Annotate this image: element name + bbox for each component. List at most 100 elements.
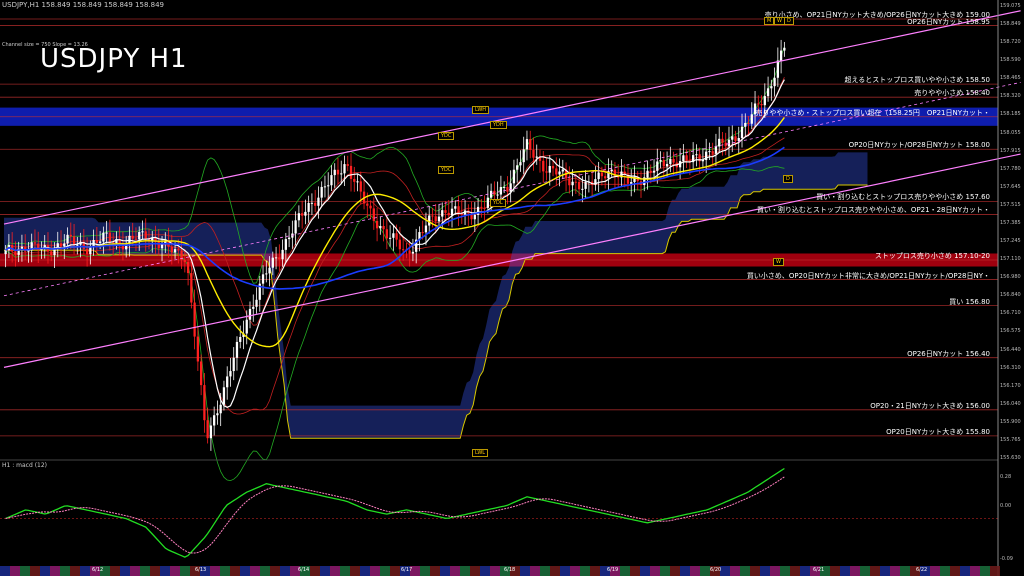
date-strip-cell [80, 566, 90, 576]
candle-body [343, 164, 346, 174]
candle-body [239, 336, 242, 342]
candle-body [747, 122, 750, 124]
date-strip-cell [480, 566, 490, 576]
candle-body [304, 211, 307, 216]
candle-body [652, 170, 656, 173]
date-strip-cell [750, 566, 760, 576]
candle-body [72, 236, 76, 245]
price-tick-label: 156.040 [1000, 400, 1021, 407]
candle-body [483, 207, 486, 209]
date-strip-cell [930, 566, 940, 576]
annotation-label: 売りやや小さめ・ストップロス買い超在（158.25円 OP21日NYカット・ [755, 108, 990, 117]
candle-body [529, 139, 532, 150]
annotation-label: ストップロス売り小さめ 157.10-20 [874, 252, 990, 260]
candle-body [265, 273, 268, 275]
candle-body [486, 197, 490, 208]
candle-body [95, 240, 99, 243]
candle-body [63, 243, 66, 247]
candle-body [489, 190, 493, 198]
date-strip-cell [730, 566, 740, 576]
candle-body [382, 225, 385, 230]
date-strip-cell [520, 566, 530, 576]
candle-body [69, 234, 72, 237]
candle-body [532, 149, 535, 158]
candle-body [20, 246, 24, 249]
date-strip-cell [540, 566, 550, 576]
candle-body [271, 257, 274, 268]
level-tag: W [773, 258, 784, 266]
candle-body [744, 122, 747, 127]
level-tag: D [784, 17, 794, 25]
annotation-label: 買い小さめ、OP20日NYカット非常に大きめ/OP21日NYカット/OP28日N… [746, 271, 990, 280]
date-strip-cell [630, 566, 640, 576]
price-tick-label: 158.320 [1000, 93, 1021, 100]
price-tick-label: 158.720 [1000, 39, 1021, 46]
candle-body [424, 225, 428, 233]
date-strip-cell [250, 566, 260, 576]
price-tick-label: 157.645 [1000, 183, 1021, 190]
date-strip-cell [320, 566, 330, 576]
candle-body [294, 220, 297, 234]
candle-body [766, 88, 770, 97]
date-strip-cell [50, 566, 60, 576]
candle-body [392, 233, 395, 238]
bollinger-band-line [5, 137, 785, 415]
candle-body [519, 162, 522, 166]
candle-body [340, 173, 343, 175]
ichimoku-cloud [4, 152, 868, 439]
price-tick-label: 156.310 [1000, 364, 1021, 371]
candle-body [503, 186, 506, 188]
date-strip-cell [870, 566, 880, 576]
candle-body [555, 168, 558, 175]
date-label: 6/17 [401, 567, 413, 573]
candle-body [568, 178, 571, 186]
macd-signal-line [5, 476, 785, 554]
level-tag: D [783, 175, 793, 183]
date-strip-cell [800, 566, 810, 576]
level-tag: YDL [490, 199, 506, 207]
level-tag: W [774, 17, 785, 25]
candle-body [444, 210, 447, 213]
candle-body [522, 149, 525, 163]
candle-body [314, 202, 317, 206]
date-strip-cell [270, 566, 280, 576]
date-strip-cell [640, 566, 650, 576]
date-strip-cell [990, 566, 1000, 576]
candle-body [672, 158, 675, 163]
candle-body [457, 206, 460, 214]
date-strip-cell [450, 566, 460, 576]
macd-panel [0, 459, 998, 558]
date-strip-cell [220, 566, 230, 576]
date-strip-cell [150, 566, 160, 576]
level-tag: LWH [472, 106, 490, 114]
candle-body [659, 160, 662, 162]
date-label: 6/18 [504, 567, 516, 573]
price-tick-label: 156.170 [1000, 382, 1021, 389]
candle-body [506, 186, 509, 192]
candle-body [226, 376, 229, 388]
candle-body [170, 246, 173, 253]
candle-body [59, 243, 63, 247]
candle-body [307, 203, 310, 212]
candle-body [346, 164, 349, 166]
date-strip-cell [650, 566, 660, 576]
candle-body [727, 139, 731, 147]
date-strip-cell [240, 566, 250, 576]
candle-body [255, 299, 258, 307]
candle-body [134, 238, 138, 240]
date-strip-cell [350, 566, 360, 576]
date-strip-cell [780, 566, 790, 576]
candle-body [610, 169, 613, 172]
candle-body [300, 213, 304, 216]
candle-body [248, 308, 252, 320]
candle-body [525, 139, 529, 150]
date-strip-cell [530, 566, 540, 576]
candle-body [600, 172, 604, 177]
date-strip-cell [550, 566, 560, 576]
candle-body [542, 160, 545, 172]
candle-body [561, 169, 564, 172]
candle-body [783, 47, 786, 51]
candle-body [395, 233, 398, 240]
candle-body [581, 188, 584, 190]
candle-body [353, 178, 356, 182]
